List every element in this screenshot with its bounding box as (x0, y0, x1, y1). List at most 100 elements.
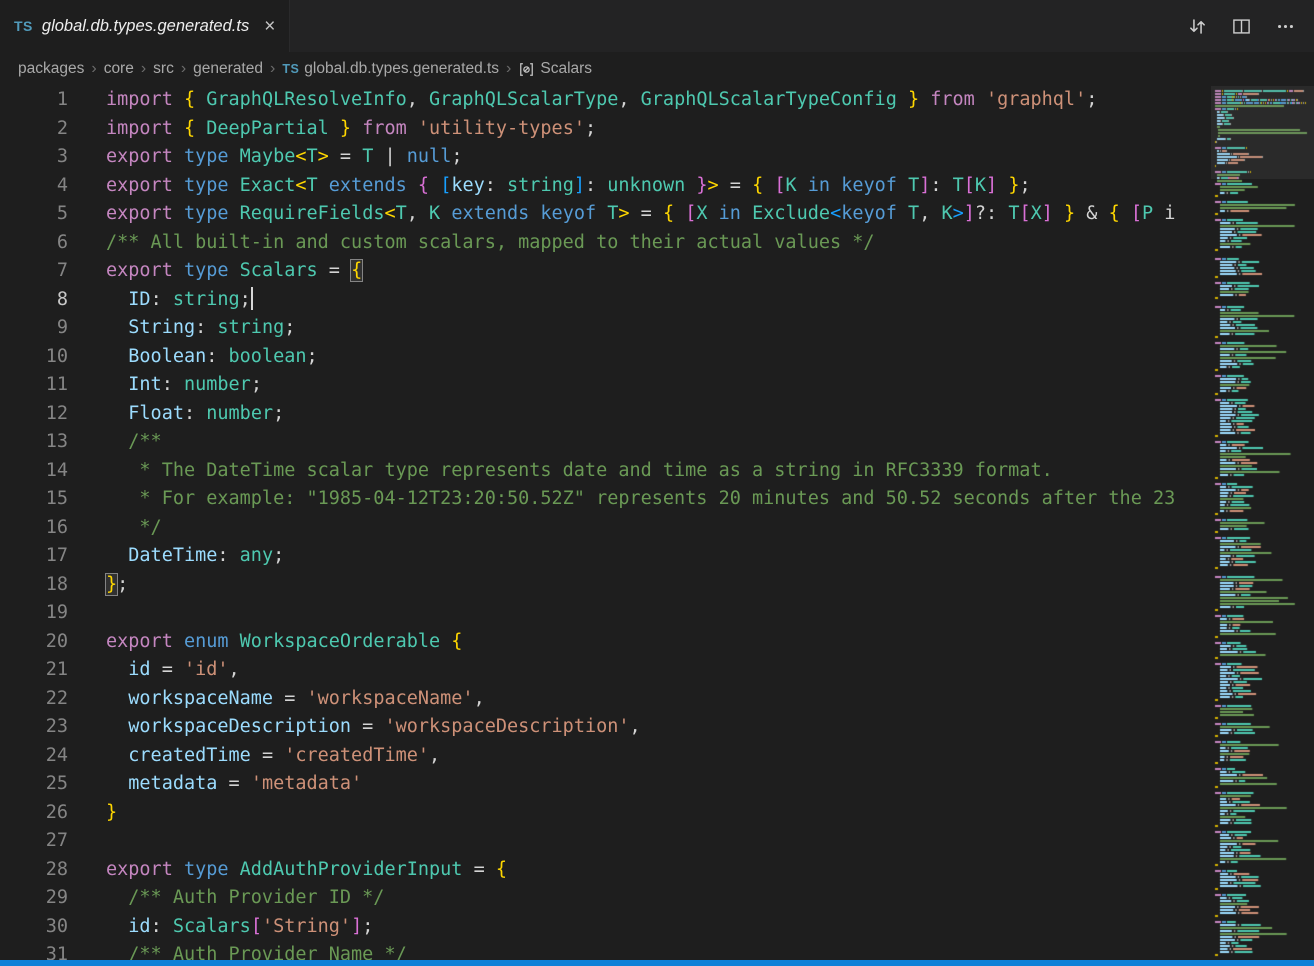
line-content: metadata = 'metadata' (106, 770, 362, 799)
code-line-6[interactable]: 6/** All built-in and custom scalars, ma… (0, 229, 1211, 258)
code-line-22[interactable]: 22 workspaceName = 'workspaceName', (0, 685, 1211, 714)
minimap-slider[interactable] (1211, 86, 1314, 179)
line-content: createdTime = 'createdTime', (106, 742, 440, 771)
line-content: }; (106, 571, 128, 600)
line-content: import { GraphQLResolveInfo, GraphQLScal… (106, 86, 1097, 115)
chevron-right-icon: › (180, 60, 187, 78)
code-line-28[interactable]: 28export type AddAuthProviderInput = { (0, 856, 1211, 885)
code-line-1[interactable]: 1 import { GraphQLResolveInfo, GraphQLSca… (0, 86, 1211, 115)
line-number[interactable]: 28 (0, 856, 68, 885)
minimap[interactable] (1211, 86, 1314, 960)
code-line-12[interactable]: 12 Float: number; (0, 400, 1211, 429)
line-number[interactable]: 15 (0, 485, 68, 514)
line-content: export type Maybe<T> = T | null; (106, 143, 462, 172)
code-line-13[interactable]: 13 /** (0, 428, 1211, 457)
code-editor[interactable]: 1 import { GraphQLResolveInfo, GraphQLSca… (0, 86, 1211, 966)
code-line-4[interactable]: 4 export type Exact<T extends { [key: str… (0, 172, 1211, 201)
code-line-7[interactable]: 7export type Scalars = { (0, 257, 1211, 286)
code-line-8[interactable]: 8 ID: string; (0, 286, 1211, 315)
code-line-30[interactable]: 30 id: Scalars['String']; (0, 913, 1211, 942)
close-icon[interactable]: × (264, 17, 275, 36)
code-line-15[interactable]: 15 * For example: "1985-04-12T23:20:50.5… (0, 485, 1211, 514)
line-content: /** (106, 428, 162, 457)
line-number[interactable]: 9 (0, 314, 68, 343)
line-number[interactable]: 3 (0, 143, 68, 172)
line-number[interactable]: 4 (0, 172, 68, 201)
line-content: DateTime: any; (106, 542, 284, 571)
line-content: id = 'id', (106, 656, 240, 685)
status-bar (0, 960, 1314, 966)
minimap-canvas[interactable] (1211, 86, 1314, 960)
code-line-19[interactable]: 19 (0, 599, 1211, 628)
code-line-14[interactable]: 14 * The DateTime scalar type represents… (0, 457, 1211, 486)
line-number[interactable]: 5 (0, 200, 68, 229)
line-number[interactable]: 17 (0, 542, 68, 571)
breadcrumb-item-packages[interactable]: packages (18, 60, 84, 78)
line-number[interactable]: 12 (0, 400, 68, 429)
line-number[interactable]: 19 (0, 599, 68, 628)
open-changes-icon[interactable] (1182, 11, 1212, 41)
line-content: id: Scalars['String']; (106, 913, 373, 942)
line-content: Boolean: boolean; (106, 343, 318, 372)
line-number[interactable]: 25 (0, 770, 68, 799)
line-number[interactable]: 11 (0, 371, 68, 400)
code-line-25[interactable]: 25 metadata = 'metadata' (0, 770, 1211, 799)
line-content: export type Exact<T extends { [key: stri… (106, 172, 1031, 201)
breadcrumb-symbol-scalars[interactable]: Scalars (518, 60, 592, 78)
line-number[interactable]: 27 (0, 827, 68, 856)
code-line-24[interactable]: 24 createdTime = 'createdTime', (0, 742, 1211, 771)
tab-global-db-types-generated-ts[interactable]: TS global.db.types.generated.ts × (0, 0, 290, 52)
line-content: export type RequireFields<T, K extends k… (106, 200, 1175, 229)
line-number[interactable]: 10 (0, 343, 68, 372)
symbol-type-icon (518, 61, 535, 78)
split-editor-icon[interactable] (1226, 11, 1256, 41)
breadcrumb-item-src[interactable]: src (153, 60, 174, 78)
code-line-3[interactable]: 3 export type Maybe<T> = T | null; (0, 143, 1211, 172)
code-line-29[interactable]: 29 /** Auth Provider ID */ (0, 884, 1211, 913)
line-number[interactable]: 26 (0, 799, 68, 828)
line-content: ID: string; (106, 286, 253, 315)
code-line-20[interactable]: 20export enum WorkspaceOrderable { (0, 628, 1211, 657)
line-content: * The DateTime scalar type represents da… (106, 457, 1053, 486)
vscode-editor-window: TS global.db.types.generated.ts × packag… (0, 0, 1314, 966)
line-number[interactable]: 8 (0, 286, 68, 315)
line-number[interactable]: 13 (0, 428, 68, 457)
line-content: * For example: "1985-04-12T23:20:50.52Z"… (106, 485, 1175, 514)
line-number[interactable]: 2 (0, 115, 68, 144)
code-line-16[interactable]: 16 */ (0, 514, 1211, 543)
breadcrumb-item-core[interactable]: core (104, 60, 134, 78)
line-number[interactable]: 29 (0, 884, 68, 913)
line-number[interactable]: 21 (0, 656, 68, 685)
tab-label: global.db.types.generated.ts (42, 17, 249, 36)
chevron-right-icon: › (140, 60, 147, 78)
code-line-26[interactable]: 26} (0, 799, 1211, 828)
line-number[interactable]: 16 (0, 514, 68, 543)
breadcrumb-path: packages›core›src›generated›TSglobal.db.… (18, 60, 512, 78)
breadcrumb-item-file[interactable]: TSglobal.db.types.generated.ts (282, 60, 499, 78)
line-number[interactable]: 23 (0, 713, 68, 742)
code-line-2[interactable]: 2import { DeepPartial } from 'utility-ty… (0, 115, 1211, 144)
more-actions-icon[interactable] (1270, 11, 1300, 41)
line-number[interactable]: 18 (0, 571, 68, 600)
line-number[interactable]: 20 (0, 628, 68, 657)
line-number[interactable]: 30 (0, 913, 68, 942)
code-line-21[interactable]: 21 id = 'id', (0, 656, 1211, 685)
code-line-27[interactable]: 27 (0, 827, 1211, 856)
code-line-23[interactable]: 23 workspaceDescription = 'workspaceDesc… (0, 713, 1211, 742)
chevron-right-icon: › (269, 60, 276, 78)
code-line-11[interactable]: 11 Int: number; (0, 371, 1211, 400)
editor-title-actions (1182, 0, 1314, 52)
breadcrumb-item-generated[interactable]: generated (193, 60, 263, 78)
code-line-5[interactable]: 5 export type RequireFields<T, K extends … (0, 200, 1211, 229)
code-line-17[interactable]: 17 DateTime: any; (0, 542, 1211, 571)
line-number[interactable]: 7 (0, 257, 68, 286)
line-number[interactable]: 14 (0, 457, 68, 486)
line-number[interactable]: 1 (0, 86, 68, 115)
code-line-18[interactable]: 18}; (0, 571, 1211, 600)
code-line-9[interactable]: 9 String: string; (0, 314, 1211, 343)
code-line-10[interactable]: 10 Boolean: boolean; (0, 343, 1211, 372)
line-number[interactable]: 6 (0, 229, 68, 258)
line-number[interactable]: 22 (0, 685, 68, 714)
line-number[interactable]: 24 (0, 742, 68, 771)
line-content: workspaceDescription = 'workspaceDescrip… (106, 713, 641, 742)
